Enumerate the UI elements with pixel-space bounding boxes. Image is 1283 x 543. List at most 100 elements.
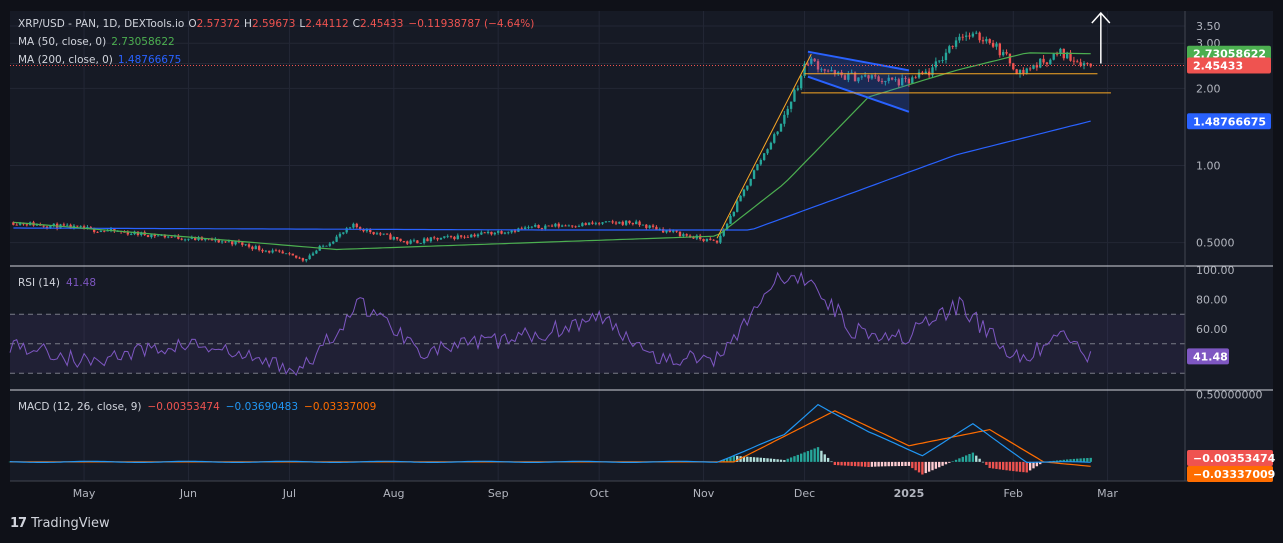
macd-hist-bar — [840, 461, 843, 466]
macd-hist-bar — [938, 461, 941, 468]
macd-hist-bar — [762, 457, 766, 462]
candle-body — [416, 240, 419, 244]
candle-body — [187, 238, 190, 240]
ma50-label: MA (50, close, 0) — [18, 36, 106, 48]
candle-body — [527, 227, 530, 229]
candle-body — [678, 231, 682, 237]
candle-body — [466, 236, 470, 238]
macd-hist-bar — [914, 461, 917, 471]
candle-body — [1072, 60, 1076, 62]
chart-canvas[interactable]: May Jun Jul Aug Sep Oct Nov Dec 2025 Feb Mar3.503.… — [0, 0, 1283, 510]
macd-hist-bar — [1025, 461, 1028, 473]
candle-body — [328, 243, 332, 246]
candle-body — [789, 101, 793, 109]
macd-hist-bar — [964, 455, 968, 462]
candle-body — [311, 253, 315, 256]
macd-hist-bar — [954, 459, 958, 462]
candle-body — [1045, 62, 1049, 65]
macd-hist-bar — [961, 456, 964, 462]
candle-body — [624, 220, 628, 225]
candle-body — [1042, 58, 1045, 63]
candle-body — [766, 149, 769, 154]
candle-body — [486, 231, 490, 234]
candle-body — [631, 223, 635, 225]
macd-hist-bar — [1002, 461, 1005, 470]
macd-hist-bar — [796, 454, 800, 462]
candle-body — [392, 237, 395, 240]
candle-body — [991, 42, 995, 47]
candle-body — [352, 223, 355, 228]
candle-body — [544, 225, 547, 229]
macd-hist-bar — [991, 461, 995, 469]
candle-body — [712, 239, 715, 241]
candle-body — [530, 226, 534, 228]
candle-body — [507, 232, 510, 234]
candle-body — [773, 134, 776, 143]
candle-body — [439, 237, 443, 240]
macd-hist-bar — [1012, 461, 1015, 472]
ma200-value: 1.48766675 — [118, 54, 181, 66]
candle-body — [914, 77, 917, 79]
candle-body — [372, 232, 375, 235]
candle-body — [537, 225, 540, 228]
candle-body — [1002, 52, 1005, 56]
candle-body — [540, 227, 544, 229]
candle-body — [608, 221, 611, 223]
x-tick-label: Jun — [179, 487, 197, 500]
candle-body — [513, 230, 517, 232]
price-tick-label: 0.5000 — [1196, 237, 1235, 250]
candle-body — [325, 245, 328, 247]
macd-hist-bar — [1022, 461, 1025, 473]
macd-hist-bar — [806, 451, 810, 462]
macd-hist-bar — [1008, 461, 1012, 471]
macd-hist-bar — [837, 461, 840, 466]
svg-text:MACD (12, 26, close, 9)−0.0035: MACD (12, 26, close, 9) −0.00353474 −0.036… — [18, 401, 376, 413]
macd-value-tag: −0.00353474 — [1187, 450, 1276, 466]
candle-body — [183, 239, 187, 241]
candle-body — [911, 77, 914, 84]
candle-body — [800, 75, 803, 89]
candle-body — [389, 234, 392, 240]
candle-body — [554, 223, 557, 227]
macd-hist-bar — [917, 461, 921, 473]
candle-body — [779, 123, 783, 132]
candle-body — [241, 242, 244, 245]
candle-body — [338, 233, 342, 237]
candle-body — [988, 39, 991, 43]
candle-body — [62, 224, 66, 226]
macd-hist-bar — [927, 461, 931, 472]
candle-body — [584, 223, 587, 225]
macd-hist-bar — [1018, 461, 1022, 472]
candle-body — [978, 32, 981, 41]
candle-body — [1076, 61, 1079, 63]
macd-hist-bar — [988, 461, 991, 469]
macd-hist-bar — [934, 461, 938, 469]
ma200-price-tag: 1.48766675 — [1187, 113, 1271, 130]
candle-body — [278, 250, 281, 252]
candle-body — [298, 257, 301, 259]
tradingview-logo-icon: 17 — [10, 516, 27, 531]
candle-body — [470, 234, 473, 238]
macd-hist-bar — [924, 461, 927, 474]
candle-body — [315, 250, 318, 254]
candle-body — [702, 238, 705, 242]
candle-body — [618, 221, 621, 224]
macd-hist-bar — [800, 453, 803, 462]
tradingview-brand[interactable]: 17 TradingView — [10, 516, 110, 531]
candle-body — [284, 253, 288, 255]
macd-hist-bar — [948, 461, 951, 463]
candle-body — [406, 241, 409, 244]
x-tick-label: Feb — [1004, 487, 1023, 500]
candle-body — [1005, 52, 1008, 54]
rsi-legend: RSI (14) 41.48 — [18, 277, 96, 289]
candle-body — [635, 221, 638, 225]
candle-body — [560, 225, 564, 227]
candle-body — [981, 40, 985, 42]
candle-body — [591, 222, 594, 224]
macd-hist-bar — [766, 458, 769, 462]
candle-body — [25, 224, 29, 226]
macd-hist-bar — [958, 458, 961, 462]
tradingview-wordmark: TradingView — [31, 516, 110, 531]
price-tick-label: 2.00 — [1196, 82, 1221, 95]
candle-body — [220, 241, 224, 243]
